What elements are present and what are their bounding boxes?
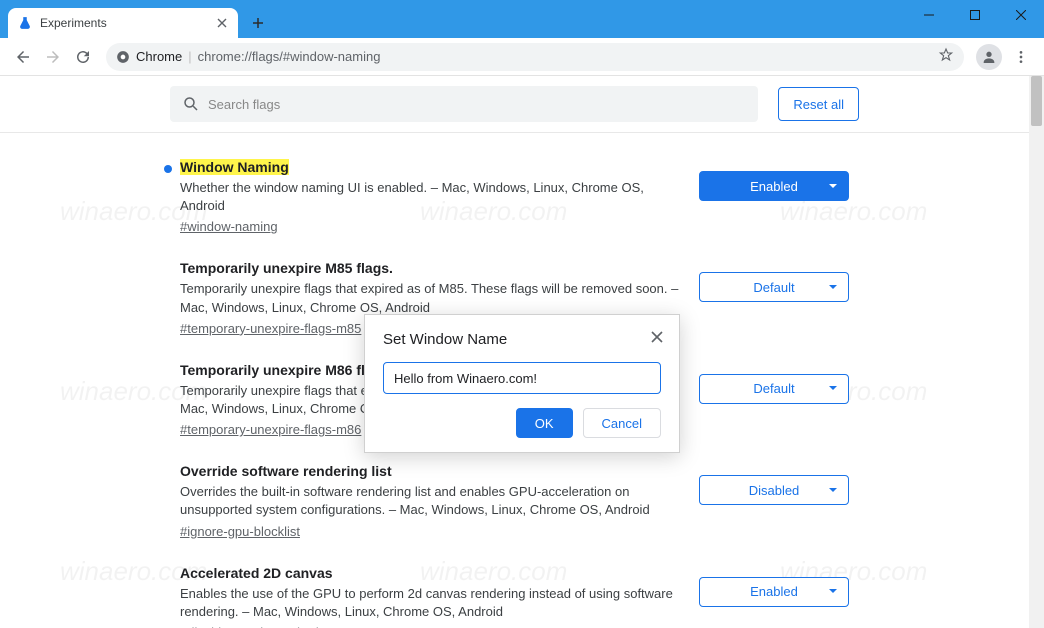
close-icon xyxy=(217,18,227,28)
flag-description: Overrides the built-in software renderin… xyxy=(180,483,690,519)
tab-title: Experiments xyxy=(40,16,214,30)
flag-title: Temporarily unexpire M86 flags. xyxy=(180,362,393,378)
reload-icon xyxy=(74,48,92,66)
person-icon xyxy=(981,49,997,65)
star-icon xyxy=(938,47,954,63)
window-close-button[interactable] xyxy=(998,0,1044,30)
tab-close-button[interactable] xyxy=(214,15,230,31)
bookmark-button[interactable] xyxy=(938,47,954,66)
scrollbar[interactable] xyxy=(1029,76,1044,628)
dialog-close-button[interactable] xyxy=(643,323,671,351)
flask-icon xyxy=(18,16,32,30)
flag-title: Window Naming xyxy=(180,159,289,175)
cancel-button[interactable]: Cancel xyxy=(583,408,661,438)
flag-select-value: Enabled xyxy=(750,179,798,194)
search-placeholder: Search flags xyxy=(208,97,280,112)
cancel-label: Cancel xyxy=(602,416,642,431)
window-name-input[interactable] xyxy=(383,362,661,394)
flag-select[interactable]: Enabled xyxy=(699,171,849,201)
flag-select[interactable]: Default xyxy=(699,374,849,404)
flag-anchor-link[interactable]: #ignore-gpu-blocklist xyxy=(180,524,300,539)
set-window-name-dialog: Set Window Name OK Cancel xyxy=(364,314,680,453)
flag-anchor-link[interactable]: #window-naming xyxy=(180,219,278,234)
dialog-title: Set Window Name xyxy=(383,331,661,348)
close-icon xyxy=(1016,10,1026,20)
omnibox-url: chrome://flags/#window-naming xyxy=(198,49,381,64)
flag-select[interactable]: Enabled xyxy=(699,577,849,607)
close-icon xyxy=(651,331,663,343)
profile-avatar[interactable] xyxy=(976,44,1002,70)
window-minimize-button[interactable] xyxy=(906,0,952,30)
flag-title: Accelerated 2D canvas xyxy=(180,565,333,581)
omnibox-site-label: Chrome xyxy=(136,49,182,64)
dots-vertical-icon xyxy=(1013,49,1029,65)
flag-description: Whether the window naming UI is enabled.… xyxy=(180,179,690,215)
scrollbar-thumb[interactable] xyxy=(1031,76,1042,126)
chevron-down-icon xyxy=(828,381,838,396)
flag-item: Window Naming Whether the window naming … xyxy=(180,133,849,234)
chevron-down-icon xyxy=(828,280,838,295)
flag-select-value: Default xyxy=(753,381,794,396)
flag-title: Temporarily unexpire M85 flags. xyxy=(180,260,393,276)
chevron-down-icon xyxy=(828,483,838,498)
flag-select-value: Default xyxy=(753,280,794,295)
window-controls xyxy=(906,0,1044,30)
omnibox-separator: | xyxy=(188,49,191,64)
ok-button[interactable]: OK xyxy=(516,408,573,438)
arrow-right-icon xyxy=(44,48,62,66)
modified-dot-icon xyxy=(164,165,172,173)
chevron-down-icon xyxy=(828,584,838,599)
flag-anchor-link[interactable]: #temporary-unexpire-flags-m86 xyxy=(180,422,361,437)
window-maximize-button[interactable] xyxy=(952,0,998,30)
dialog-actions: OK Cancel xyxy=(383,408,661,438)
new-tab-button[interactable] xyxy=(244,9,272,37)
search-input[interactable]: Search flags xyxy=(170,86,758,122)
flag-select-value: Disabled xyxy=(749,483,800,498)
maximize-icon xyxy=(970,10,980,20)
window-titlebar: Experiments xyxy=(0,0,1044,38)
flag-select[interactable]: Default xyxy=(699,272,849,302)
flag-select[interactable]: Disabled xyxy=(699,475,849,505)
reset-all-label: Reset all xyxy=(793,97,844,112)
minimize-icon xyxy=(924,10,934,20)
menu-button[interactable] xyxy=(1006,42,1036,72)
reload-button[interactable] xyxy=(68,42,98,72)
browser-toolbar: Chrome | chrome://flags/#window-naming xyxy=(0,38,1044,76)
page-content: winaero.com winaero.com winaero.com wina… xyxy=(0,76,1044,628)
flag-item: Accelerated 2D canvas Enables the use of… xyxy=(180,539,849,628)
ok-label: OK xyxy=(535,416,554,431)
reset-all-button[interactable]: Reset all xyxy=(778,87,859,121)
back-button[interactable] xyxy=(8,42,38,72)
flag-description: Enables the use of the GPU to perform 2d… xyxy=(180,585,690,621)
browser-tab[interactable]: Experiments xyxy=(8,8,238,38)
flag-anchor-link[interactable]: #temporary-unexpire-flags-m85 xyxy=(180,321,361,336)
search-row: Search flags Reset all xyxy=(0,76,1029,133)
arrow-left-icon xyxy=(14,48,32,66)
flag-description: Temporarily unexpire flags that expired … xyxy=(180,280,690,316)
address-bar[interactable]: Chrome | chrome://flags/#window-naming xyxy=(106,43,964,71)
flag-title: Override software rendering list xyxy=(180,463,392,479)
chevron-down-icon xyxy=(828,179,838,194)
flag-select-value: Enabled xyxy=(750,584,798,599)
search-icon xyxy=(182,95,200,113)
chrome-icon xyxy=(116,50,130,64)
plus-icon xyxy=(252,17,264,29)
forward-button[interactable] xyxy=(38,42,68,72)
